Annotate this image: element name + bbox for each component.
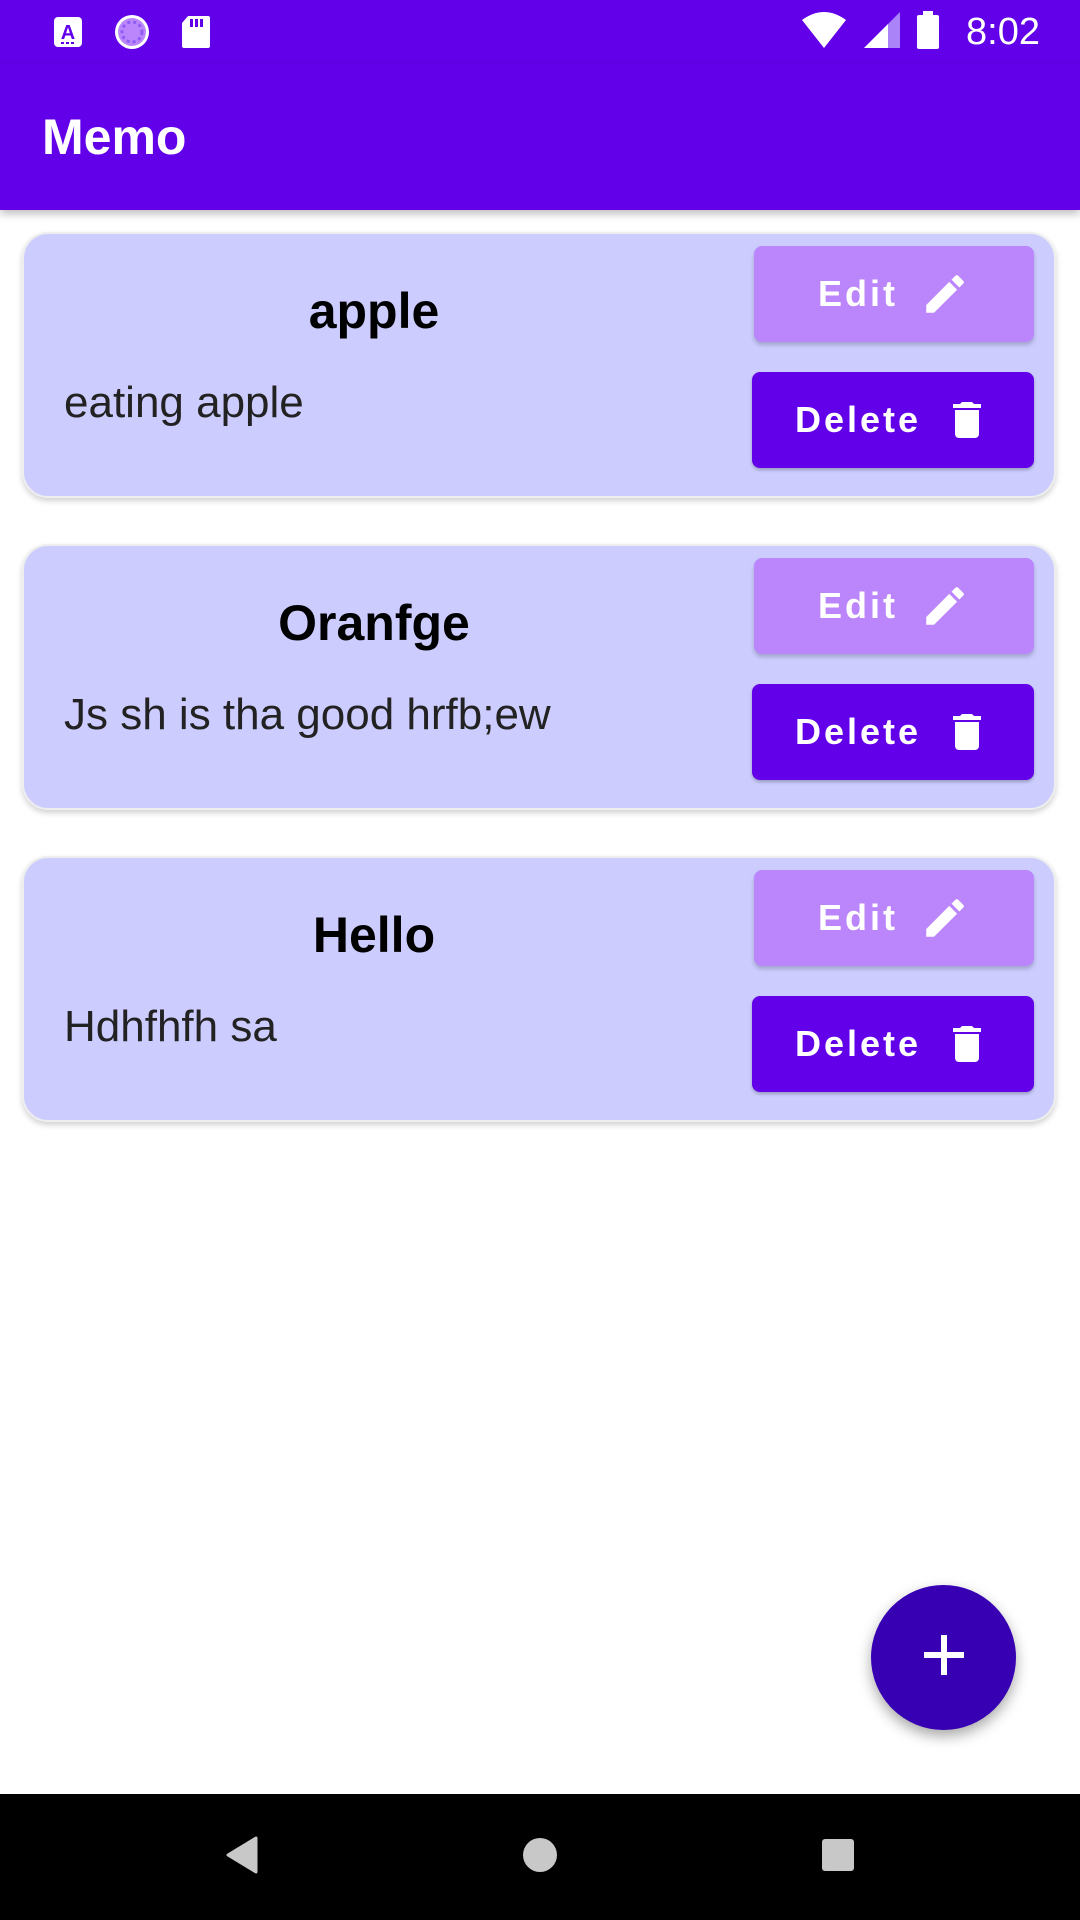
- back-button[interactable]: [182, 1794, 302, 1920]
- status-time: 8:02: [966, 11, 1040, 53]
- memo-title: Hello: [312, 907, 436, 963]
- memo-card: Hello Hdhfhfh sa Edit Delete: [22, 856, 1056, 1122]
- pencil-icon: [920, 581, 970, 631]
- memo-content: Hdhfhfh sa: [64, 1002, 277, 1051]
- edit-button-label: Edit: [818, 273, 898, 314]
- back-icon: [224, 1835, 260, 1880]
- plus-icon: [922, 1633, 966, 1682]
- delete-button[interactable]: Delete: [752, 996, 1034, 1092]
- add-memo-fab[interactable]: [871, 1585, 1016, 1730]
- app-title: Memo: [42, 109, 187, 165]
- edit-button-label: Edit: [818, 585, 898, 626]
- battery-icon: [916, 10, 940, 55]
- edit-button-label: Edit: [818, 897, 898, 938]
- svg-text:A: A: [61, 22, 75, 44]
- trash-icon: [943, 706, 991, 758]
- delete-button-label: Delete: [794, 399, 922, 440]
- wifi-icon: [800, 10, 848, 55]
- memo-title: Oranfge: [278, 595, 470, 651]
- trash-icon: [943, 394, 991, 446]
- memo-content: eating apple: [64, 378, 304, 427]
- memo-card: Oranfge Js sh is tha good hrfb;ew Edit D…: [22, 544, 1056, 810]
- loading-spinner-icon: [112, 12, 152, 57]
- edit-button[interactable]: Edit: [754, 246, 1034, 342]
- delete-button-label: Delete: [794, 1023, 922, 1064]
- recents-button[interactable]: [778, 1794, 898, 1920]
- pencil-icon: [920, 269, 970, 319]
- keyboard-a-icon: A: [52, 15, 84, 54]
- memo-title: apple: [308, 283, 440, 339]
- delete-button[interactable]: Delete: [752, 372, 1034, 468]
- recents-icon: [820, 1837, 856, 1878]
- delete-button-label: Delete: [794, 711, 922, 752]
- delete-button[interactable]: Delete: [752, 684, 1034, 780]
- memo-content: Js sh is tha good hrfb;ew: [64, 690, 551, 739]
- home-icon: [520, 1835, 560, 1880]
- pencil-icon: [920, 893, 970, 943]
- edit-button[interactable]: Edit: [754, 558, 1034, 654]
- status-notifications: A: [52, 12, 212, 57]
- signal-icon: [862, 10, 902, 55]
- navigation-bar: [0, 1794, 1080, 1920]
- status-bar: A 8:02: [0, 0, 1080, 64]
- sd-card-icon: [180, 14, 212, 55]
- status-system-icons: 8:02: [800, 10, 1040, 55]
- app-bar: Memo: [0, 64, 1080, 210]
- edit-button[interactable]: Edit: [754, 870, 1034, 966]
- trash-icon: [943, 1018, 991, 1070]
- home-button[interactable]: [480, 1794, 600, 1920]
- memo-card: apple eating apple Edit Delete: [22, 232, 1056, 498]
